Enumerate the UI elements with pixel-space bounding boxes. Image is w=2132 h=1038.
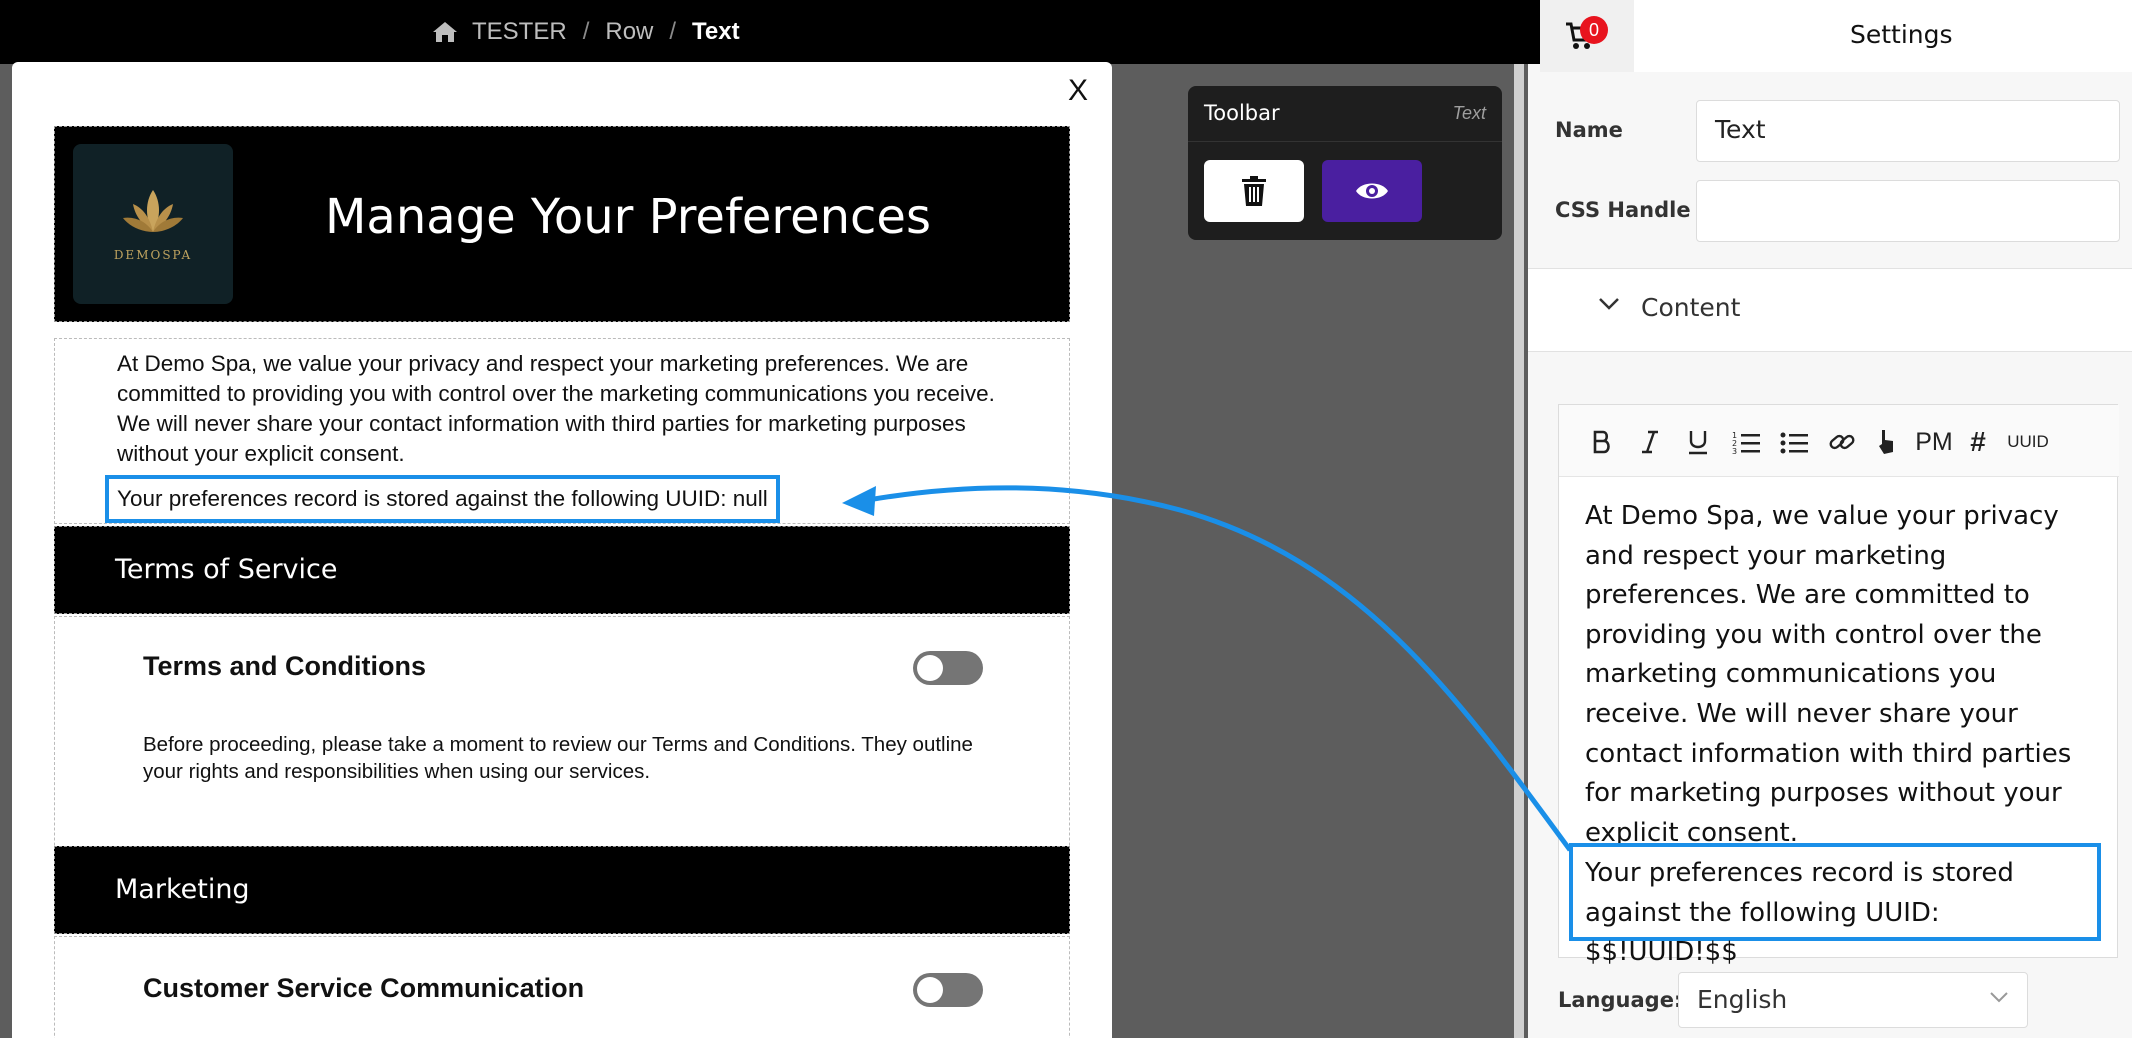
bullet-list-button[interactable] (1777, 427, 1811, 457)
link-button[interactable] (1825, 427, 1859, 457)
content-label: Content (1641, 293, 1741, 322)
rich-text-editor[interactable]: 1 2 3 PM # UUID At Demo Spa, we value yo… (1558, 404, 2119, 967)
name-label: Name (1555, 118, 1623, 142)
bold-icon (1593, 430, 1610, 454)
svg-text:3: 3 (1732, 447, 1737, 454)
lotus-icon (123, 190, 183, 232)
toolbar-header: Toolbar Text (1188, 86, 1502, 142)
content-section-toggle[interactable]: Content (1528, 268, 2132, 352)
uuid-text-highlight: Your preferences record is stored agains… (105, 475, 780, 523)
underline-button[interactable] (1683, 427, 1713, 457)
terms-toggle[interactable] (913, 651, 983, 685)
breadcrumb-item-row[interactable]: Row (605, 18, 653, 46)
top-bar (0, 0, 1540, 64)
hash-button[interactable]: # (1963, 426, 1993, 457)
editor-toolbar: 1 2 3 PM # UUID (1559, 405, 2119, 477)
eye-icon (1356, 183, 1388, 199)
language-label: Language: (1558, 988, 1683, 1012)
cart-count-badge: 0 (1580, 16, 1608, 44)
italic-button[interactable] (1635, 427, 1665, 457)
resize-handle[interactable] (1514, 64, 1524, 1038)
breadcrumb-separator: / (582, 18, 590, 45)
chevron-down-icon (1990, 992, 2008, 1003)
section-marketing[interactable]: Marketing (54, 846, 1070, 934)
underline-icon (1689, 431, 1707, 455)
section-title: Marketing (115, 874, 250, 905)
section-title: Terms of Service (115, 554, 338, 585)
ordered-list-icon: 1 2 3 (1732, 431, 1760, 454)
intro-text: At Demo Spa, we value your privacy and r… (117, 351, 995, 466)
pointer-hand-icon (1879, 430, 1893, 454)
italic-icon (1642, 430, 1658, 454)
bullet-list-icon (1780, 432, 1808, 454)
element-toolbar: Toolbar Text (1188, 86, 1502, 240)
breadcrumb-item-text: Text (692, 18, 740, 45)
breadcrumb-item-tester[interactable]: TESTER (472, 18, 567, 46)
logo-text: DEMOSPA (113, 248, 193, 262)
delete-button[interactable] (1204, 160, 1304, 222)
link-icon (1829, 434, 1855, 450)
editor-uuid-text: Your preferences record is stored agains… (1585, 858, 2014, 968)
preferences-modal: X DEMOSPA Manage Your Preferences At Dem… (12, 62, 1112, 1038)
customer-service-toggle[interactable] (913, 973, 983, 1007)
editor-content-text[interactable]: At Demo Spa, we value your privacy and r… (1585, 497, 2105, 853)
language-value: English (1697, 985, 1788, 1014)
insert-field-button[interactable] (1871, 427, 1901, 457)
chevron-down-icon (1599, 298, 1619, 310)
css-handle-input[interactable] (1696, 180, 2120, 242)
breadcrumb-separator: / (669, 18, 677, 45)
ordered-list-button[interactable]: 1 2 3 (1729, 427, 1763, 457)
close-button[interactable]: X (1068, 74, 1088, 108)
page-title: Manage Your Preferences (325, 189, 931, 245)
toolbar-element-type: Text (1452, 103, 1486, 123)
cart-button[interactable]: 0 (1540, 0, 1634, 72)
terms-title: Terms and Conditions (143, 651, 427, 681)
preview-button[interactable] (1322, 160, 1422, 222)
text-element[interactable]: At Demo Spa, we value your privacy and r… (54, 338, 1070, 524)
customer-service-row[interactable]: Customer Service Communication (54, 936, 1070, 1038)
name-input[interactable]: Text (1696, 100, 2120, 162)
section-terms-of-service[interactable]: Terms of Service (54, 526, 1070, 614)
settings-header: 0 Settings (1540, 0, 2132, 72)
uuid-button[interactable]: UUID (2003, 427, 2053, 457)
toolbar-title: Toolbar (1204, 101, 1280, 125)
css-handle-label: CSS Handle (1555, 198, 1691, 222)
bold-button[interactable] (1587, 427, 1617, 457)
trash-icon (1242, 176, 1266, 206)
customer-service-title: Customer Service Communication (143, 973, 585, 1003)
terms-description: Before proceeding, please take a moment … (143, 733, 973, 783)
home-icon[interactable] (432, 20, 458, 44)
uuid-text: Your preferences record is stored agains… (117, 486, 768, 511)
language-select[interactable]: English (1678, 972, 2028, 1028)
pm-button[interactable]: PM (1913, 427, 1955, 457)
settings-title: Settings (1850, 20, 1953, 49)
editor-uuid-highlight[interactable]: Your preferences record is stored agains… (1569, 843, 2101, 967)
breadcrumb: TESTER / Row / Text (432, 0, 740, 64)
header-banner[interactable]: DEMOSPA Manage Your Preferences (54, 126, 1070, 322)
demospa-logo: DEMOSPA (73, 144, 233, 304)
